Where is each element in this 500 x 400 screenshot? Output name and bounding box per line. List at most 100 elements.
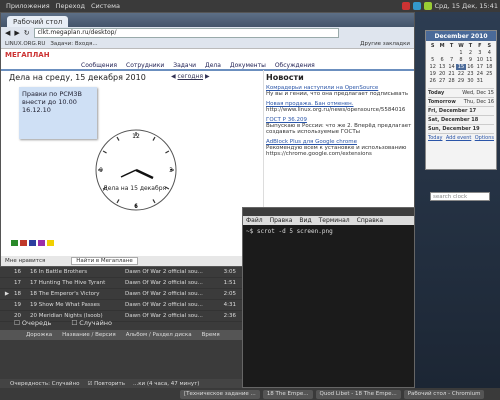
track-row[interactable]: 17 17 Hunting The Hive Tyrant Dawn Of War … — [0, 278, 242, 289]
track-row[interactable]: 16 16 In Battle Brothers Dawn Of War 2 off… — [0, 267, 242, 278]
calendar-day[interactable]: 10 — [475, 57, 484, 63]
calendar-day[interactable]: 26 — [428, 78, 437, 84]
calendar-month: December 2010 — [426, 31, 496, 41]
weekday-label: M — [439, 43, 445, 49]
agenda-item[interactable]: Fri, December 17 — [428, 106, 494, 115]
menu-places[interactable]: Переход — [56, 2, 85, 10]
taskbar-item[interactable]: 18 The Empe... — [262, 389, 313, 399]
calendar-day[interactable]: 5 — [428, 57, 437, 63]
menu-file[interactable]: Файл — [246, 217, 263, 224]
color-swatch[interactable] — [11, 240, 18, 246]
calendar-day[interactable]: 30 — [466, 78, 475, 84]
agenda-item[interactable]: Today Wed, Dec 15 — [428, 88, 494, 97]
terminal-output[interactable]: ~$ scrot -d 5 screen.png — [243, 225, 414, 238]
repeat-toggle[interactable]: ☑ Повторить — [87, 381, 125, 387]
color-swatch[interactable] — [38, 240, 45, 246]
clock-6: 6 — [134, 203, 138, 210]
bookmark-item[interactable]: Задачи: Входя... — [50, 41, 97, 47]
calendar-day[interactable]: 6 — [437, 57, 446, 63]
calendar-day[interactable]: 23 — [466, 71, 475, 77]
taskbar-item[interactable]: [Техническое задание ... — [180, 389, 260, 399]
calendar-link[interactable]: Add event — [446, 135, 472, 141]
menu-edit[interactable]: Правка — [270, 217, 293, 224]
taskbar-item[interactable]: Quod Libet - 18 The Empe... — [315, 389, 401, 399]
menu-terminal[interactable]: Терминал — [319, 217, 350, 224]
col-track[interactable]: Дорожка — [26, 332, 52, 338]
tab-queue[interactable]: ☐ Очередь — [14, 319, 51, 327]
calendar-day[interactable]: 17 — [475, 64, 484, 70]
calendar-day[interactable]: 3 — [475, 50, 484, 56]
calendar-day[interactable]: 20 — [437, 71, 446, 77]
menu-applications[interactable]: Приложения — [6, 2, 50, 10]
color-swatch[interactable] — [47, 240, 54, 246]
bookmark-item[interactable]: Другие закладки — [360, 41, 410, 47]
calendar-day[interactable]: 2 — [466, 50, 475, 56]
search-field[interactable]: Найти в Мегаплане — [71, 257, 138, 265]
menu-system[interactable]: Система — [91, 2, 120, 10]
reload-icon[interactable]: ↻ — [24, 29, 30, 37]
calendar-day[interactable]: 4 — [485, 50, 494, 56]
calendar-day[interactable]: 15 — [456, 64, 466, 70]
queue-header: Дорожка Название / Версия Альбом / Разде… — [0, 330, 242, 340]
back-icon[interactable]: ◀ — [5, 29, 10, 37]
calendar-day[interactable]: 13 — [437, 64, 446, 70]
nav-deals[interactable]: Дела — [205, 62, 221, 69]
calendar-day[interactable]: 8 — [456, 57, 465, 63]
order-select[interactable]: Очередность: Случайно — [10, 381, 79, 387]
bookmark-item[interactable]: LINUX.ORG.RU — [5, 41, 45, 47]
menu-view[interactable]: Вид — [299, 217, 311, 224]
app-icon[interactable] — [401, 2, 410, 10]
calendar-day[interactable]: 12 — [428, 64, 437, 70]
calendar-day[interactable]: 31 — [475, 78, 484, 84]
sticky-line: 16.12.10 — [22, 106, 51, 114]
forward-icon[interactable]: ▶ — [14, 29, 19, 37]
col-time[interactable]: Время — [202, 332, 220, 338]
calendar-day[interactable]: 21 — [447, 71, 456, 77]
track-album: Dawn Of War 2 official sou... — [125, 269, 203, 275]
calendar-day[interactable]: 19 — [428, 71, 437, 77]
calendar-day[interactable]: 25 — [485, 71, 494, 77]
menu-help[interactable]: Справка — [357, 217, 383, 224]
col-album[interactable]: Альбом / Раздел диска — [126, 332, 192, 338]
calendar-day[interactable]: 16 — [466, 64, 475, 70]
calendar-day[interactable]: 27 — [437, 78, 446, 84]
panel-clock[interactable]: Срд, 15 Дек, 15:41 — [435, 2, 499, 10]
calendar-link[interactable]: Today — [428, 135, 442, 141]
calendar-day[interactable]: 7 — [447, 57, 456, 63]
nav-discussions[interactable]: Обсуждения — [275, 62, 315, 69]
calendar-day[interactable]: 1 — [456, 50, 465, 56]
calendar-day[interactable]: 18 — [485, 64, 494, 70]
app-logo[interactable]: МЕГАПЛАН — [5, 51, 50, 59]
col-title[interactable]: Название / Версия — [62, 332, 116, 338]
track-row[interactable]: ▶ 18 18 The Emperor's Victory Dawn Of War 2… — [0, 289, 242, 300]
taskbar-item[interactable]: Рабочий стол - Chromium — [403, 389, 485, 399]
url-bar[interactable]: clkt.megaplan.ru/desktop/ — [33, 28, 339, 38]
calendar-day[interactable]: 14 — [447, 64, 456, 70]
calendar-day[interactable]: 11 — [485, 57, 494, 63]
agenda-item[interactable]: Sun, December 19 — [428, 124, 494, 133]
weekday-label: S — [430, 43, 435, 49]
like-button[interactable]: Мне нравится — [5, 258, 45, 264]
sticky-note[interactable]: Правки по PCM3B внести до 10.00 16.12.10 — [19, 87, 97, 139]
calendar-day[interactable]: 9 — [466, 57, 475, 63]
nav-employees[interactable]: Сотрудники — [126, 62, 164, 69]
tab-shuffle[interactable]: ☐ Случайно — [71, 319, 112, 327]
nav-tasks[interactable]: Задачи — [173, 62, 196, 69]
agenda-item[interactable]: Tomorrow Thu, Dec 16 — [428, 97, 494, 106]
calendar-day[interactable]: 29 — [456, 78, 465, 84]
color-swatch[interactable] — [20, 240, 27, 246]
clock-search-input[interactable]: search clock — [430, 192, 490, 201]
nav-documents[interactable]: Документы — [230, 62, 266, 69]
calendar-day[interactable]: 22 — [456, 71, 465, 77]
today-link[interactable]: сегодня — [178, 73, 204, 80]
volume-icon[interactable] — [423, 2, 432, 10]
nav-messages[interactable]: Сообщения — [81, 62, 117, 69]
calendar-day[interactable]: 28 — [447, 78, 456, 84]
calendar-day[interactable]: 24 — [475, 71, 484, 77]
agenda-item[interactable]: Sat, December 18 — [428, 115, 494, 124]
calendar-link[interactable]: Options — [475, 135, 494, 141]
track-row[interactable]: 19 19 Show Me What Passes Dawn Of War 2 of… — [0, 300, 242, 311]
network-icon[interactable] — [412, 2, 421, 10]
color-swatch[interactable] — [29, 240, 36, 246]
browser-tab[interactable]: Рабочий стол — [7, 16, 69, 27]
